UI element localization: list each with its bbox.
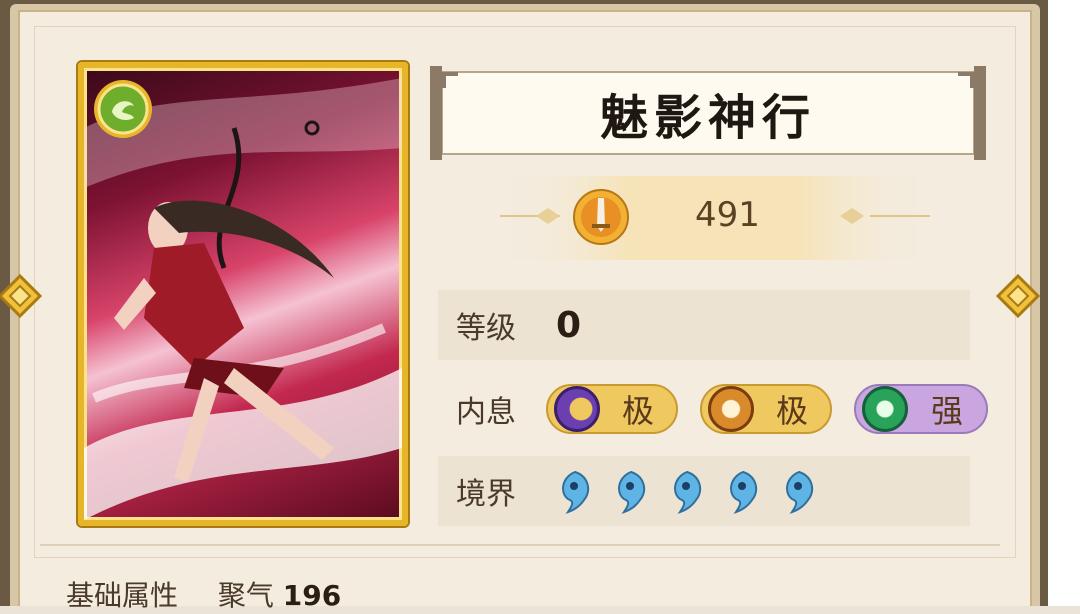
realm-label: 境界 — [456, 477, 516, 512]
stat-value: 196 — [282, 579, 342, 612]
hero-name: 魅影神行 — [599, 90, 816, 146]
inner-breath-pill-3[interactable]: 强 — [854, 384, 988, 434]
inner-breath-grade: 极 — [621, 392, 654, 430]
faction-badge-icon — [92, 78, 154, 140]
spirit-drop-icon — [562, 470, 590, 514]
spirit-drop-icon — [730, 470, 758, 514]
base-attributes-line: 基础属性 聚气 196 — [66, 574, 341, 614]
level-row: 等级 0 — [438, 290, 970, 360]
inner-breath-pill-1[interactable]: 极 — [546, 384, 678, 434]
base-attributes-label: 基础属性 — [66, 579, 179, 612]
inner-breath-grade: 极 — [775, 392, 808, 430]
section-divider — [40, 544, 1000, 546]
combat-power-value: 491 — [695, 195, 760, 235]
screen-edge — [1048, 0, 1080, 606]
spirit-drop-icon — [674, 470, 702, 514]
level-label: 等级 — [456, 311, 516, 346]
inner-breath-label: 内息 — [456, 395, 516, 430]
next-hero-arrow-icon[interactable] — [992, 268, 1044, 324]
spirit-drop-icon — [618, 470, 646, 514]
stat-label: 聚气 — [217, 579, 274, 612]
spirit-drop-icon — [786, 470, 814, 514]
inner-breath-grade: 强 — [930, 392, 963, 430]
level-value: 0 — [556, 304, 582, 346]
moon-orb-icon — [554, 386, 600, 432]
hero-name-plaque: 魅影神行 — [428, 66, 988, 160]
realm-row: 境界 — [438, 456, 970, 526]
inner-breath-pill-2[interactable]: 极 — [700, 384, 832, 434]
sun-orb-icon — [708, 386, 754, 432]
prev-hero-arrow-icon[interactable] — [0, 268, 46, 324]
jade-orb-icon — [862, 386, 908, 432]
sword-power-icon — [572, 188, 630, 246]
inner-breath-row: 内息 极 极 强 — [438, 374, 988, 444]
